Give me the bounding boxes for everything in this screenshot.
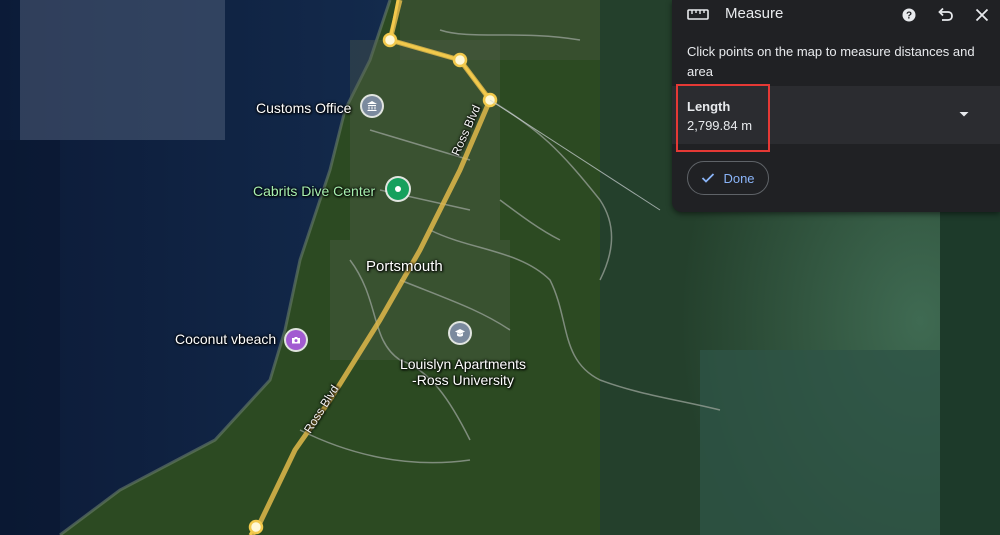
undo-button[interactable]	[933, 3, 957, 27]
customs-office-label[interactable]: Customs Office	[256, 100, 351, 116]
school-marker-icon[interactable]	[450, 323, 470, 343]
svg-text:?: ?	[906, 11, 912, 22]
apartments-label-line2: -Ross University	[412, 372, 514, 388]
apartments-label-line1: Louislyn Apartments	[399, 356, 527, 372]
panel-title: Measure	[725, 5, 784, 22]
beach-label[interactable]: Coconut vbeach	[175, 331, 276, 347]
length-label: Length	[687, 99, 731, 114]
close-button[interactable]	[970, 3, 994, 27]
panel-header: Measure ?	[672, 0, 1000, 30]
help-button[interactable]: ?	[897, 3, 921, 27]
town-label-portsmouth[interactable]: Portsmouth	[366, 258, 443, 275]
dive-center-marker-icon[interactable]	[387, 178, 409, 200]
length-row[interactable]: Length 2,799.84 m	[672, 84, 1000, 152]
help-icon: ?	[902, 8, 916, 22]
check-icon	[702, 173, 715, 183]
undo-icon	[938, 7, 953, 21]
chevron-down-icon[interactable]	[958, 108, 970, 120]
apartments-label[interactable]: Louislyn Apartments -Ross University	[393, 356, 533, 388]
measure-panel: Measure ? Click points on the map to mea…	[672, 0, 1000, 212]
close-icon	[975, 8, 989, 22]
done-button[interactable]: Done	[687, 161, 769, 195]
museum-marker-icon[interactable]	[362, 96, 382, 116]
dive-center-label[interactable]: Cabrits Dive Center	[253, 183, 375, 199]
done-label: Done	[723, 170, 755, 186]
length-value: 2,799.84 m	[687, 118, 753, 133]
camera-marker-icon[interactable]	[286, 330, 306, 350]
panel-description: Click points on the map to measure dista…	[687, 44, 975, 79]
ruler-icon	[687, 9, 709, 20]
